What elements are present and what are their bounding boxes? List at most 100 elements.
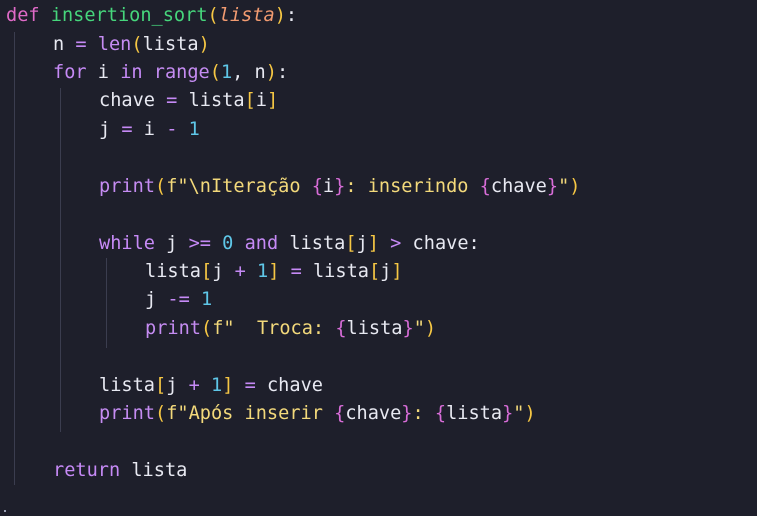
bracket-open: [ [154,375,167,396]
number-literal: 0 [222,233,234,254]
code-line-11[interactable]: lista[j + 1] = chave [99,372,323,400]
assign-op: = [110,119,144,140]
interp-lista: lista [346,318,403,339]
number-literal: 1 [256,261,269,282]
keyword-return: return [53,460,121,481]
bracket-close: ] [268,261,280,282]
keyword-in: in [120,62,143,83]
index-i: i [255,90,267,111]
code-line-3[interactable]: for i in range(1, n): [53,59,288,87]
code-line-1[interactable]: def insertion_sort(lista): [6,2,297,30]
paren-open: ( [131,34,143,55]
indent-guide-level1 [14,32,15,485]
index-j: j [212,261,235,282]
code-line-12[interactable]: print(f"Após inserir {chave}: {lista}") [99,400,536,428]
var-j: j [99,119,111,140]
indent-guide-level3 [106,258,107,348]
string-end-quote: " [513,403,525,424]
paren-close: ) [198,34,210,55]
paren-close: ) [274,5,286,26]
gte-op: >= [188,233,211,254]
keyword-for: for [53,62,87,83]
paren-close: ) [524,403,536,424]
bracket-open: [ [244,90,256,111]
index-j: j [380,261,392,282]
indent-guide-level2 [60,88,61,432]
var-chave: chave [266,375,323,396]
arg-lista: lista [142,34,199,55]
brace-open: { [334,403,346,424]
builtin-print: print [99,176,155,197]
brace-open: { [479,176,491,197]
brace-close: } [502,403,514,424]
assign-op: = [279,261,313,282]
assign-op: = [154,90,189,111]
var-lista: lista [120,460,188,481]
code-line-4[interactable]: chave = lista[i] [99,87,278,115]
var-i: i [86,62,121,83]
minus-assign-op: -= [167,289,190,310]
number-literal: 1 [220,62,233,83]
bracket-open: [ [368,261,381,282]
index-j: j [356,233,368,254]
string-text: : inserindo [345,176,480,197]
brace-open: { [335,318,347,339]
plus-op: + [234,261,246,282]
builtin-len: len [97,34,132,55]
gt-op: > [390,233,402,254]
minus-op: - [166,119,178,140]
paren-open: ( [209,62,221,83]
plus-op: + [188,375,200,396]
paren-open: ( [154,176,167,197]
parameter-lista: lista [218,5,275,26]
code-editor[interactable]: def insertion_sort(lista): n = len(lista… [0,0,757,516]
paren-open: ( [154,403,167,424]
index-j: j [166,375,189,396]
interp-chave: chave [490,176,547,197]
builtin-print: print [145,318,201,339]
var-lista: lista [145,261,201,282]
text-cursor-marker [4,510,6,512]
interp-chave: chave [345,403,402,424]
builtin-range: range [153,62,210,83]
var-lista: lista [99,375,155,396]
bracket-open: [ [200,261,213,282]
assign-op: = [233,375,267,396]
paren-open: ( [207,5,219,26]
code-line-5[interactable]: j = i - 1 [99,116,200,144]
paren-close: ) [265,62,277,83]
code-line-10[interactable]: print(f" Troca: {lista}") [145,315,436,343]
brace-close: } [402,318,414,339]
code-line-2[interactable]: n = len(lista) [53,31,210,59]
fstring-text: f" Troca: [212,318,336,339]
bracket-close: ] [266,90,279,111]
code-line-13[interactable]: return lista [53,457,187,485]
var-n: n [53,34,65,55]
var-chave: chave: [401,233,480,254]
keyword-and: and [244,233,279,254]
code-line-6[interactable]: print(f"\nIteração {i}: inserindo {chave… [99,173,580,201]
string-end-quote: " [558,176,570,197]
number-literal: 1 [200,289,213,310]
var-lista: lista [278,233,346,254]
code-line-8[interactable]: lista[j + 1] = lista[j] [145,258,403,286]
number-literal: 1 [188,119,200,140]
bracket-close: ] [222,375,234,396]
assign-op: = [64,34,98,55]
interp-lista: lista [446,403,503,424]
bracket-close: ] [391,261,403,282]
builtin-print: print [99,403,155,424]
fstring-prefix: f" [166,176,189,197]
var-chave: chave [99,90,155,111]
code-line-7[interactable]: while j >= 0 and lista[j] > chave: [99,230,480,258]
brace-open: { [434,403,447,424]
keyword-while: while [99,233,155,254]
code-line-9[interactable]: j -= 1 [145,286,212,314]
colon: : [285,5,298,26]
